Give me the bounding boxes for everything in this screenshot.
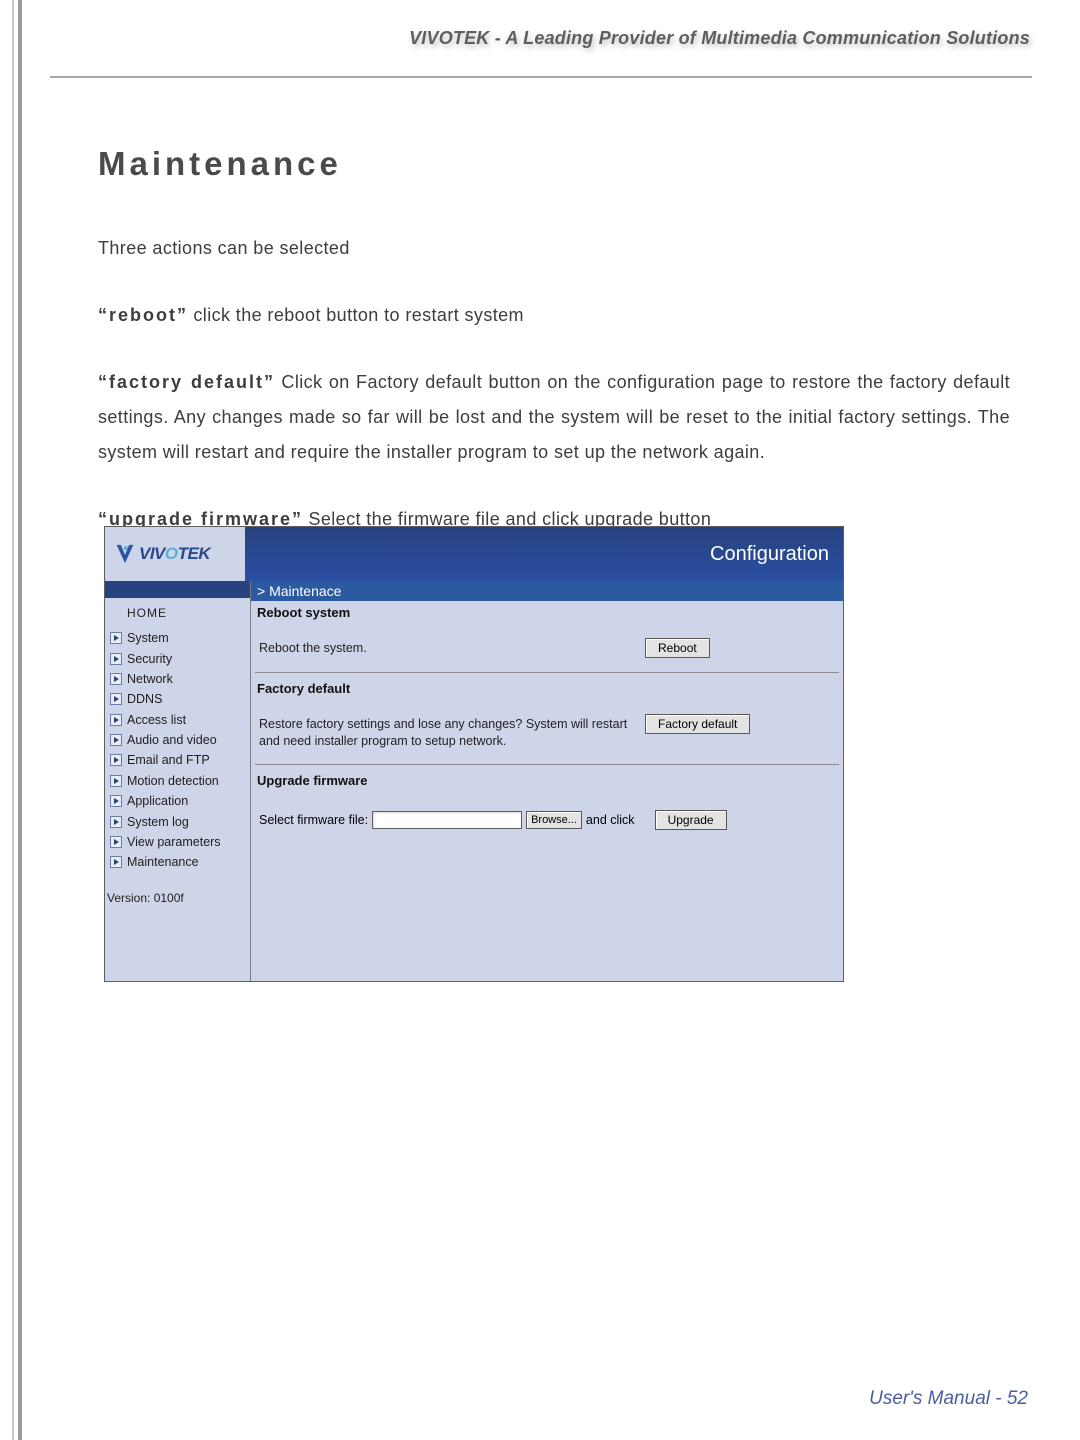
factory-desc: Restore factory settings and lose any ch… [259,712,645,750]
nav-list: System Security Network DDNS Access list… [105,628,250,873]
page-left-rule [0,0,24,1440]
sidebar-top-bar [105,581,250,598]
sidebar: HOME System Security Network DDNS Access… [105,581,251,981]
section-divider [255,764,839,765]
logo-text: VIVOTEK [139,544,210,564]
arrow-right-icon [110,693,122,705]
arrow-right-icon [110,856,122,868]
reboot-label: “reboot” [98,305,188,325]
brand-logo: VIVOTEK [105,543,245,565]
nav-label: View parameters [127,835,221,849]
page-header: VIVOTEK - A Leading Provider of Multimed… [0,28,1030,49]
nav-label: Audio and video [127,733,217,747]
nav-item-system[interactable]: System [105,628,250,648]
and-click-text: and click [586,813,635,827]
nav-item-security[interactable]: Security [105,648,250,668]
nav-label: Maintenance [127,855,199,869]
arrow-right-icon [110,734,122,746]
reboot-desc: Reboot the system. [259,636,645,658]
arrow-right-icon [110,653,122,665]
nav-label: System [127,631,169,645]
arrow-right-icon [110,836,122,848]
nav-label: DDNS [127,692,162,706]
nav-item-view-parameters[interactable]: View parameters [105,832,250,852]
section-divider [255,672,839,673]
arrow-right-icon [110,632,122,644]
nav-item-maintenance[interactable]: Maintenance [105,852,250,872]
main-panel: > Maintenace Reboot system Reboot the sy… [251,581,843,981]
nav-item-email-ftp[interactable]: Email and FTP [105,750,250,770]
breadcrumb: > Maintenace [251,581,843,601]
reboot-text: click the reboot button to restart syste… [188,305,524,325]
nav-item-system-log[interactable]: System log [105,811,250,831]
config-header: Configuration [245,527,843,581]
upgrade-file-label: Select firmware file: [259,813,368,827]
nav-item-access-list[interactable]: Access list [105,710,250,730]
nav-label: Access list [127,713,186,727]
header-divider [50,76,1032,78]
reboot-section-title: Reboot system [251,601,843,622]
arrow-right-icon [110,754,122,766]
page-footer: User's Manual - 52 [869,1388,1028,1410]
version-text: Version: 0100f [105,873,250,921]
factory-section-title: Factory default [251,677,843,698]
nav-item-network[interactable]: Network [105,669,250,689]
nav-item-application[interactable]: Application [105,791,250,811]
nav-label: System log [127,815,189,829]
factory-default-button[interactable]: Factory default [645,714,750,734]
arrow-right-icon [110,673,122,685]
firmware-file-input[interactable] [372,811,522,829]
nav-label: Security [127,652,172,666]
upgrade-section-title: Upgrade firmware [251,769,843,790]
nav-item-ddns[interactable]: DDNS [105,689,250,709]
nav-label: Application [127,794,188,808]
factory-paragraph: “factory default” Click on Factory defau… [98,365,1010,470]
nav-item-audio-video[interactable]: Audio and video [105,730,250,750]
nav-label: Motion detection [127,774,219,788]
nav-home[interactable]: HOME [105,598,250,628]
arrow-right-icon [110,816,122,828]
reboot-paragraph: “reboot” click the reboot button to rest… [98,298,1010,333]
reboot-button[interactable]: Reboot [645,638,710,658]
arrow-right-icon [110,775,122,787]
arrow-right-icon [110,714,122,726]
browse-button[interactable]: Browse... [526,811,582,829]
nav-label: Network [127,672,173,686]
factory-label: “factory default” [98,372,275,392]
logo-icon [115,543,135,565]
embedded-screenshot: VIVOTEK Configuration HOME System Securi… [104,526,844,982]
upgrade-button[interactable]: Upgrade [655,810,727,830]
nav-item-motion-detection[interactable]: Motion detection [105,771,250,791]
arrow-right-icon [110,795,122,807]
nav-label: Email and FTP [127,753,210,767]
intro-text: Three actions can be selected [98,231,1010,266]
page-title: Maintenance [98,145,1010,183]
